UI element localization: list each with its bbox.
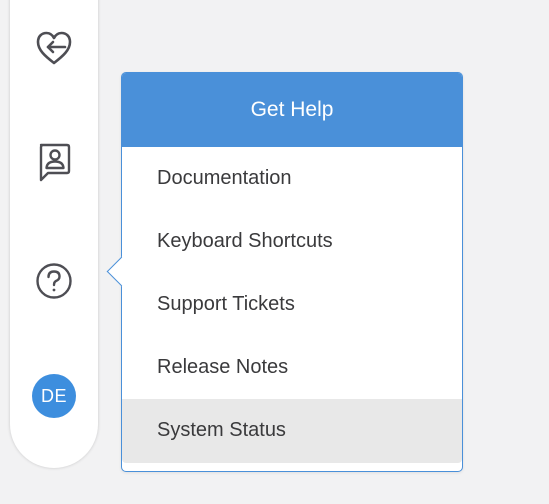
help-popover: Get Help Documentation Keyboard Shortcut… [106,72,463,472]
sidebar-rail: DE [10,0,98,468]
menu-item-keyboard-shortcuts[interactable]: Keyboard Shortcuts [122,210,462,273]
popover-title: Get Help [122,73,462,147]
user-avatar-button[interactable]: DE [10,373,98,419]
help-menu-list: Documentation Keyboard Shortcuts Support… [122,147,462,463]
help-circle-icon[interactable] [10,259,98,303]
heart-arrow-icon[interactable] [10,26,98,70]
menu-item-documentation[interactable]: Documentation [122,147,462,210]
menu-item-system-status[interactable]: System Status [122,399,462,463]
menu-item-release-notes[interactable]: Release Notes [122,336,462,399]
avatar: DE [32,374,76,418]
menu-item-support-tickets[interactable]: Support Tickets [122,273,462,336]
contact-card-icon[interactable] [10,140,98,184]
